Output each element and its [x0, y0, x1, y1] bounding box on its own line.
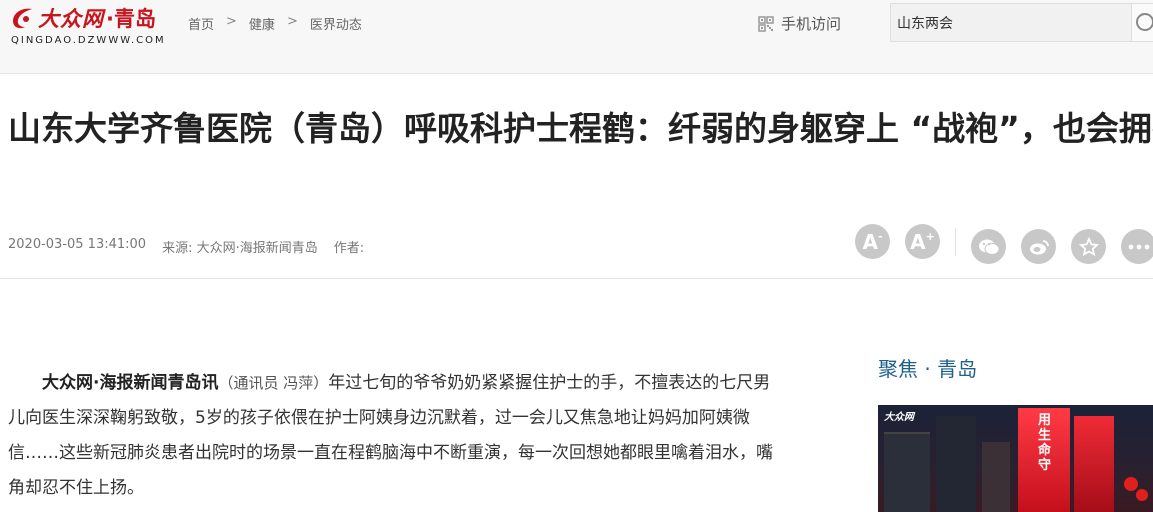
- lit-building: [1074, 416, 1114, 512]
- favorite-button[interactable]: [1071, 229, 1106, 264]
- breadcrumb-home[interactable]: 首页: [188, 14, 214, 33]
- image-logo-text: 大众网: [884, 412, 914, 423]
- breadcrumb-separator: >: [286, 14, 298, 29]
- more-button[interactable]: [1121, 229, 1153, 264]
- mobile-access-link[interactable]: 手机访问: [758, 13, 841, 34]
- lantern: [1136, 489, 1148, 501]
- qr-code-icon: [758, 15, 774, 32]
- sidebar-feature-image[interactable]: 大众网 用生命守: [878, 405, 1153, 512]
- mobile-access-label: 手机访问: [781, 15, 842, 33]
- search-icon: [1136, 13, 1153, 31]
- font-decrease-icon: A: [862, 229, 878, 254]
- search-input[interactable]: [891, 4, 1131, 41]
- building-silhouette: [982, 442, 1010, 512]
- building-silhouette: [936, 416, 976, 512]
- lantern: [1124, 477, 1138, 491]
- article-toolbar: A- A +: [855, 224, 1153, 264]
- logo-city: ·青岛: [106, 7, 156, 31]
- article-meta: 2020-03-05 13:41:00 来源: 大众网·海报新闻青岛 作者:: [8, 237, 364, 256]
- font-increase-button[interactable]: A +: [905, 224, 940, 259]
- font-decrease-button[interactable]: A-: [855, 224, 890, 259]
- article-body: 大众网·海报新闻青岛讯（通讯员 冯萍）年过七旬的爷爷奶奶紧紧握住护士的手，不擅表…: [8, 366, 778, 506]
- image-caption: 用生命守: [1038, 413, 1052, 473]
- breadcrumb-separator: >: [226, 14, 237, 29]
- sidebar-title: 聚焦 · 青岛: [878, 357, 978, 381]
- search-button[interactable]: [1131, 4, 1153, 41]
- logo-domain: QINGDAO.DZWWW.COM: [11, 35, 166, 46]
- site-header: 大众网 ·青岛 QINGDAO.DZWWW.COM 首页 > 健康 > 医界动态…: [0, 0, 1153, 74]
- search-box: [890, 3, 1153, 42]
- favorite-star-icon: [1078, 236, 1099, 256]
- article-source: 来源: 大众网·海报新闻青岛: [162, 241, 318, 256]
- weibo-icon: [1029, 239, 1049, 254]
- article-title: 山东大学齐鲁医院（青岛）呼吸科护士程鹤：纤弱的身躯穿上 “战袍”，也会拥有非凡的…: [8, 109, 1153, 148]
- breadcrumb-medical-news[interactable]: 医界动态: [310, 14, 362, 33]
- wechat-icon: [978, 239, 999, 255]
- publish-datetime: 2020-03-05 13:41:00: [8, 237, 147, 252]
- font-increase-icon: A: [910, 229, 926, 254]
- share-wechat-button[interactable]: [971, 229, 1006, 264]
- more-icon: [1128, 244, 1149, 249]
- share-weibo-button[interactable]: [1021, 229, 1056, 264]
- article-credit: （通讯员 冯萍）: [218, 374, 329, 392]
- toolbar-divider: [955, 228, 956, 256]
- article-lead: 大众网·海报新闻青岛讯: [42, 373, 219, 393]
- logo-swirl-icon: [13, 8, 32, 29]
- site-logo[interactable]: 大众网 ·青岛 QINGDAO.DZWWW.COM: [10, 4, 170, 48]
- meta-divider: [0, 278, 1153, 279]
- logo-text: 大众网: [38, 6, 104, 31]
- breadcrumb-health[interactable]: 健康: [249, 14, 275, 33]
- article-author: 作者:: [333, 241, 365, 256]
- breadcrumb: 首页 > 健康 > 医界动态: [188, 14, 362, 33]
- building-silhouette: [884, 432, 930, 512]
